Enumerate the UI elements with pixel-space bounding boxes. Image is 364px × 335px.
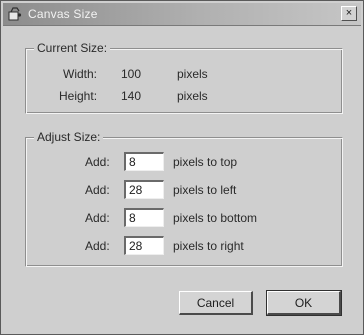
cancel-button[interactable]: Cancel [179, 291, 253, 315]
width-label: Width: [63, 67, 98, 81]
add-label: Add: [85, 155, 110, 169]
left-pixels-input[interactable] [124, 180, 164, 199]
width-unit: pixels [177, 67, 208, 81]
current-size-group: Current Size: [25, 41, 343, 114]
canvas-size-dialog: Canvas Size × Current Size: Width: 100 p… [0, 0, 364, 335]
add-label: Add: [85, 239, 110, 253]
height-value: 140 [121, 89, 142, 103]
right-pixels-input[interactable] [124, 236, 164, 255]
bottom-pixels-input[interactable] [124, 208, 164, 227]
close-icon: × [345, 7, 353, 19]
height-label: Height: [59, 89, 98, 103]
ok-button[interactable]: OK [266, 290, 342, 316]
bottom-pixels-suffix: pixels to bottom [173, 211, 258, 225]
title-bar[interactable]: Canvas Size × [3, 3, 361, 26]
paint-icon [7, 6, 23, 22]
add-label: Add: [85, 183, 110, 197]
top-pixels-suffix: pixels to top [173, 155, 238, 169]
right-pixels-suffix: pixels to right [173, 239, 244, 253]
left-pixels-suffix: pixels to left [173, 183, 237, 197]
add-label: Add: [85, 211, 110, 225]
window-title: Canvas Size [28, 7, 98, 21]
current-size-label: Current Size: [34, 41, 111, 55]
adjust-size-label: Adjust Size: [34, 130, 104, 144]
width-value: 100 [121, 67, 142, 81]
height-unit: pixels [177, 89, 208, 103]
close-button[interactable]: × [341, 6, 357, 21]
top-pixels-input[interactable] [124, 152, 164, 171]
